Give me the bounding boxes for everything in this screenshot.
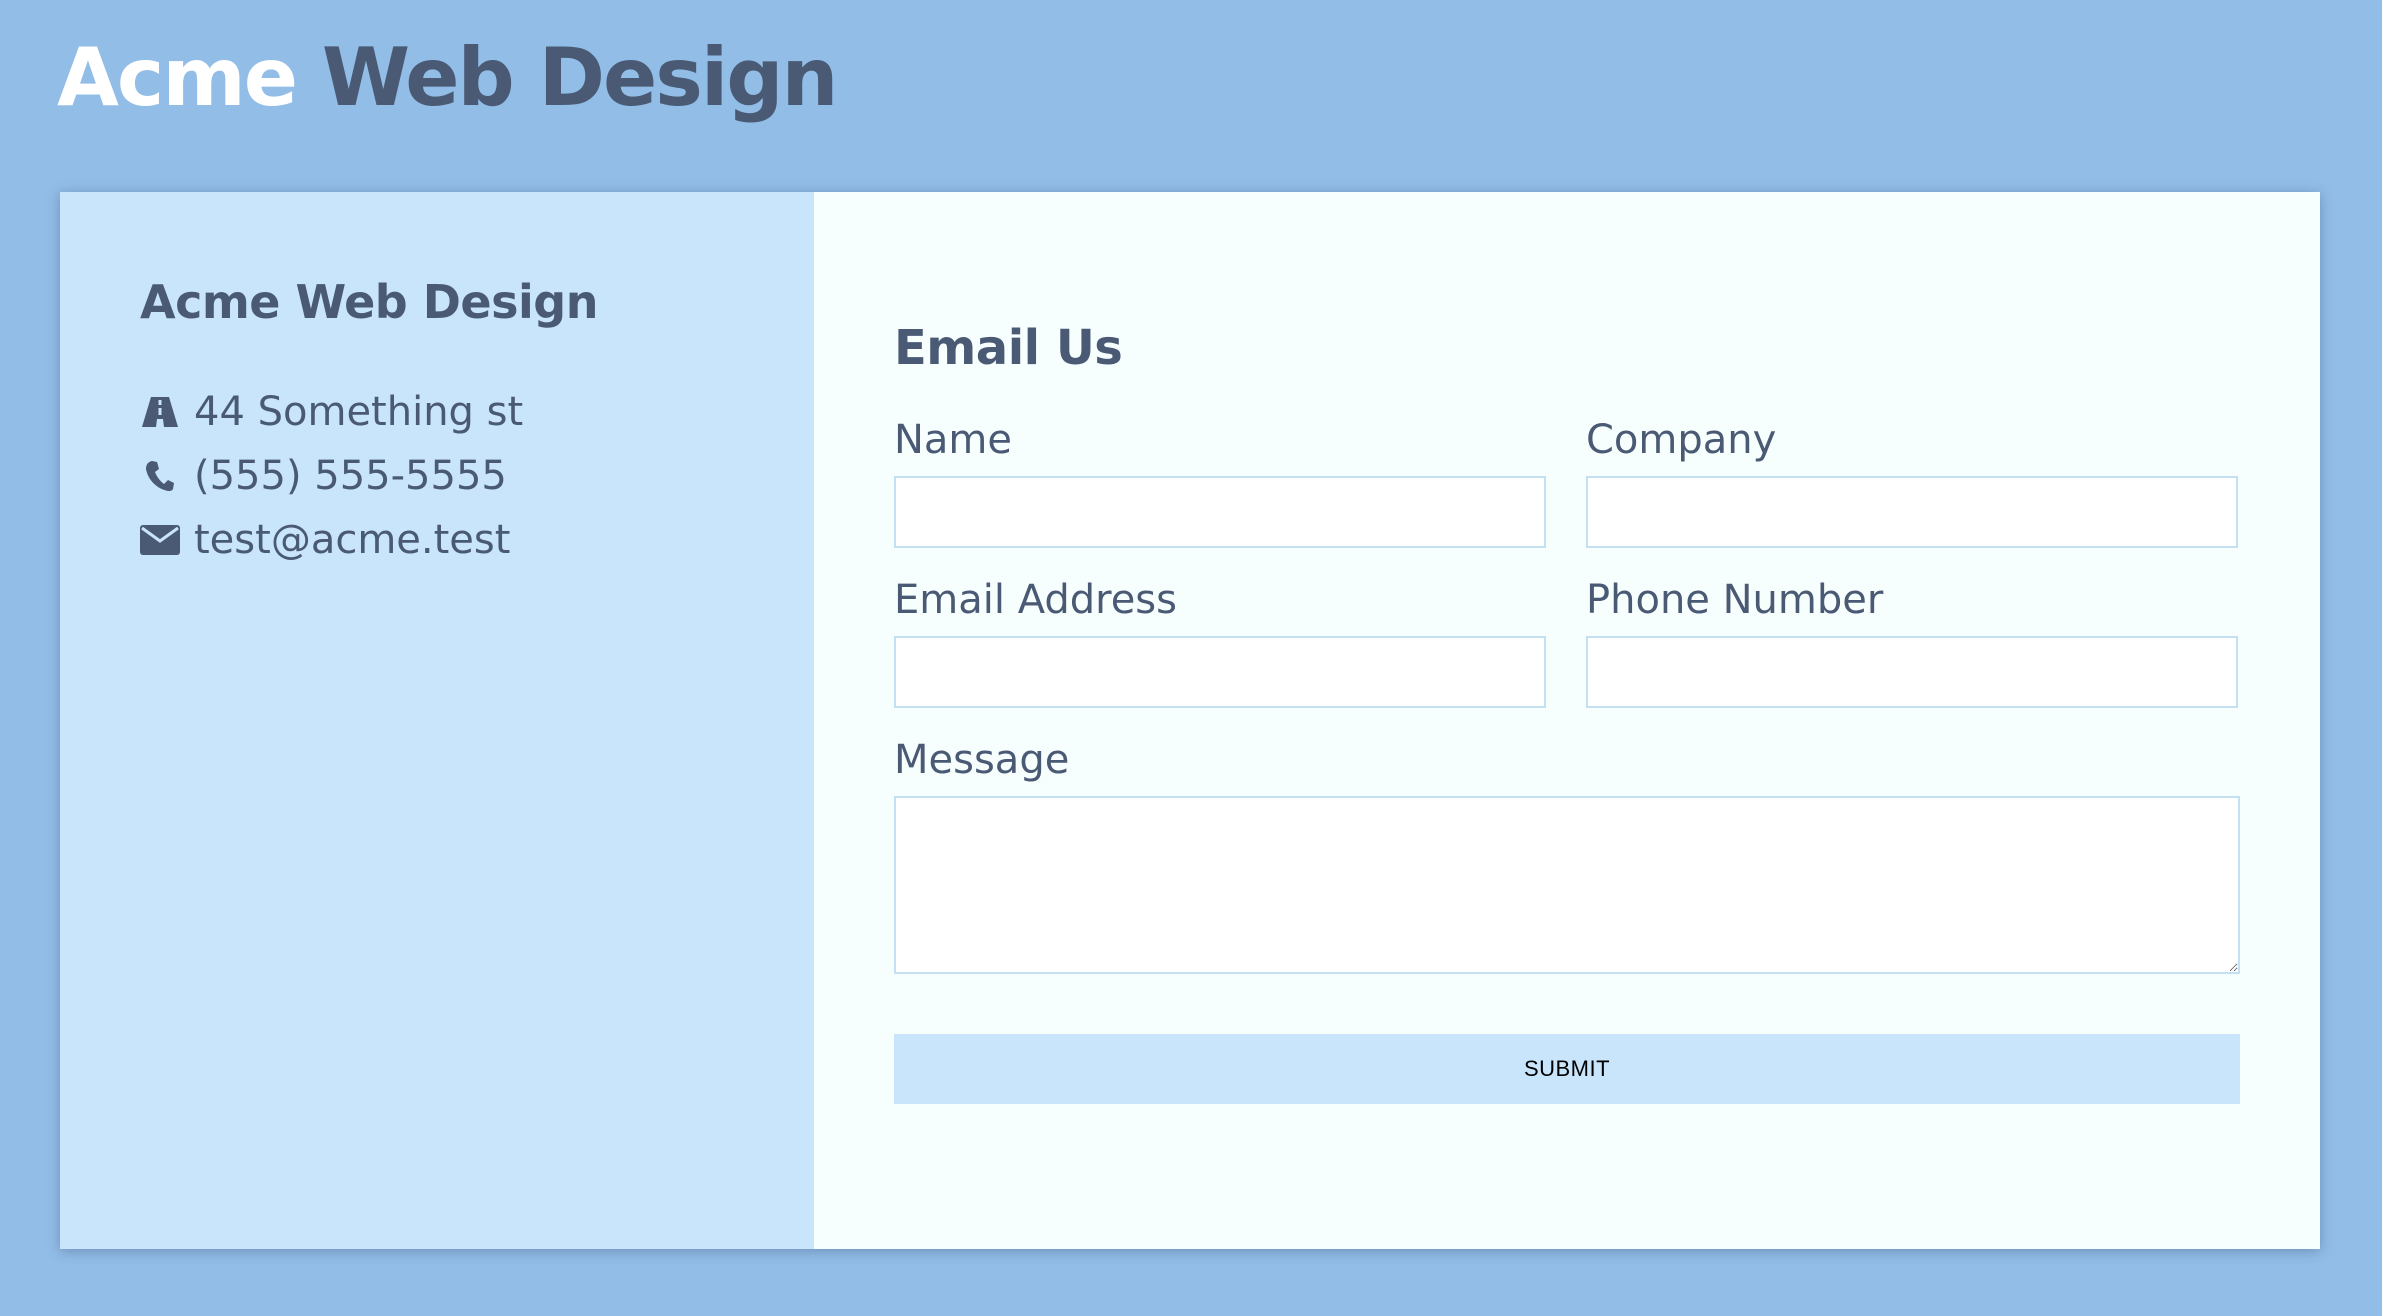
company-name: Acme Web Design [140, 275, 598, 329]
company-label: Company [1586, 417, 1777, 463]
name-input[interactable] [894, 476, 1546, 548]
phone-field-group: Phone Number [1586, 576, 2238, 708]
address-text: 44 Something st [194, 389, 524, 435]
message-field-group: Message [894, 736, 2240, 974]
message-textarea[interactable] [894, 796, 2240, 974]
email-item: test@acme.test [140, 508, 814, 572]
phone-input[interactable] [1586, 636, 2238, 708]
submit-row: SUBMIT [894, 1002, 2240, 1104]
contact-form: Name Company Email Address Phone Number … [894, 416, 2240, 1104]
submit-button[interactable]: SUBMIT [894, 1034, 2240, 1104]
site-title-first-word: Acme [57, 31, 298, 124]
name-field-group: Name [894, 416, 1546, 548]
phone-label: Phone Number [1586, 577, 1884, 623]
contact-card: Acme Web Design 44 Something st (555) 55… [60, 192, 2320, 1249]
name-label: Name [894, 417, 1013, 463]
form-title: Email Us [894, 320, 1123, 376]
site-title: Acme Web Design [57, 18, 839, 138]
email-label: Email Address [894, 577, 1177, 623]
road-icon [140, 392, 180, 432]
company-field-group: Company [1586, 416, 2238, 548]
contact-details-list: 44 Something st (555) 555-5555 test@acme… [140, 380, 814, 572]
message-label: Message [894, 737, 1070, 783]
phone-text: (555) 555-5555 [194, 453, 507, 499]
site-title-rest: Web Design [321, 31, 839, 124]
phone-item: (555) 555-5555 [140, 444, 814, 508]
email-text: test@acme.test [194, 517, 511, 563]
email-field-group: Email Address [894, 576, 1546, 708]
company-input[interactable] [1586, 476, 2238, 548]
email-input[interactable] [894, 636, 1546, 708]
email-form-panel: Email Us Name Company Email Address Phon… [814, 192, 2320, 1249]
address-item: 44 Something st [140, 380, 814, 444]
company-info-panel: Acme Web Design 44 Something st (555) 55… [60, 192, 814, 1249]
envelope-icon [140, 520, 180, 560]
phone-icon [140, 456, 180, 496]
